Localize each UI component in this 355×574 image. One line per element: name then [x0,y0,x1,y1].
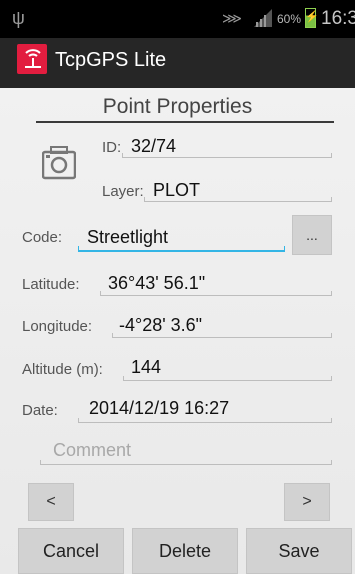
code-picker-button[interactable]: ... [292,215,332,255]
code-field[interactable]: Streetlight [87,227,168,248]
next-point-button[interactable]: > [284,483,330,521]
latitude-field-underline [100,291,332,296]
latitude-label: Latitude: [22,276,80,293]
save-button[interactable]: Save [246,528,352,574]
app-logo-icon[interactable] [17,44,47,74]
altitude-field[interactable]: 144 [131,357,161,378]
layer-label: Layer: [102,183,144,200]
id-field-underline [122,153,332,158]
cancel-button[interactable]: Cancel [18,528,124,574]
latitude-field[interactable]: 36°43' 56.1" [108,273,205,294]
altitude-field-underline [123,376,332,381]
app-title: TcpGPS Lite [55,49,167,71]
camera-icon[interactable] [42,142,76,180]
previous-point-button[interactable]: < [28,483,74,521]
longitude-field[interactable]: -4°28' 3.6" [119,315,202,336]
action-bar [0,38,355,88]
delete-button[interactable]: Delete [132,528,238,574]
title-divider [36,121,334,123]
id-label: ID: [102,139,122,156]
longitude-field-underline [112,333,332,338]
altitude-label: Altitude (m): [22,361,103,378]
clock: 16:34 [321,8,355,29]
comment-input[interactable]: Comment [53,440,131,461]
page-title: Point Properties [102,95,253,118]
usb-icon: ψ [12,8,25,28]
layer-field[interactable]: PLOT [153,180,200,201]
vibrate-mute-icon: ⋙ [222,10,242,26]
id-field[interactable]: 32/74 [131,136,176,157]
signal-icon [254,9,272,27]
battery-charging-icon [305,8,319,28]
date-field-underline [78,418,332,423]
battery-percent: 60% [277,12,302,26]
status-bar: ψ ⋙ 60% 16:34 [0,0,355,38]
comment-input-underline [40,460,332,465]
code-label: Code: [22,229,63,246]
longitude-label: Longitude: [22,318,93,335]
date-field[interactable]: 2014/12/19 16:27 [89,398,229,419]
layer-field-underline [144,197,332,202]
date-label: Date: [22,402,58,419]
code-field-underline [78,246,285,252]
